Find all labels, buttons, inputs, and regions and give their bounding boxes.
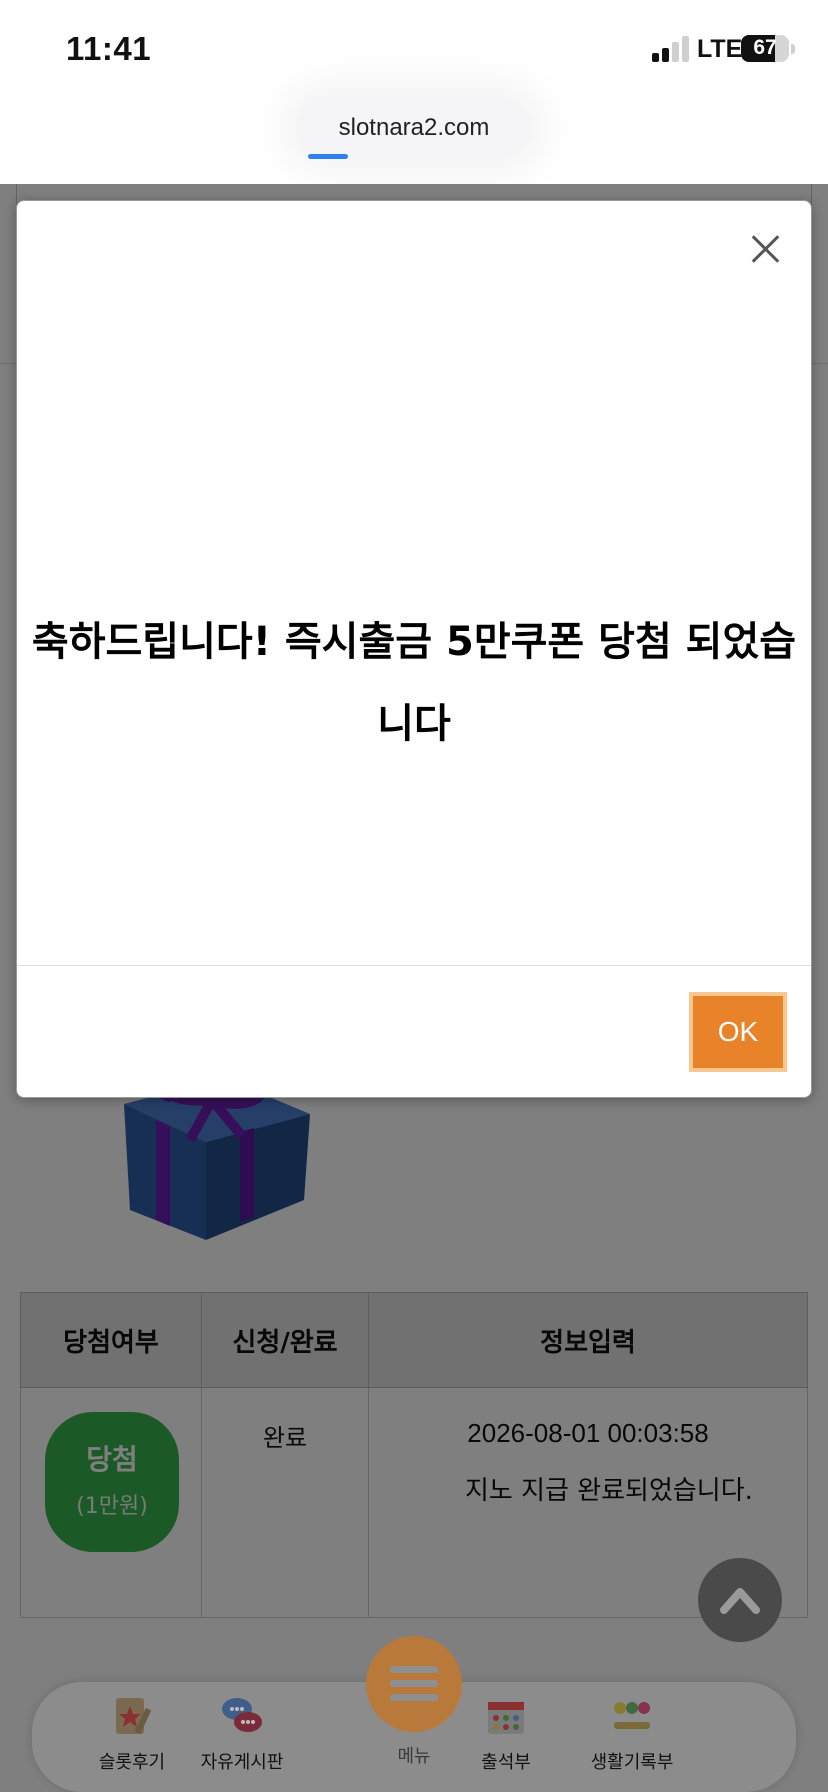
- nav-item-free-board[interactable]: 자유게시판: [182, 1694, 302, 1774]
- nav-label-slot-review: 슬롯후기: [98, 1752, 166, 1773]
- nav-label-free-board: 자유게시판: [200, 1752, 284, 1773]
- battery-icon: 67: [741, 35, 789, 62]
- address-bar[interactable]: slotnara2.com: [296, 96, 532, 160]
- mood-faces-icon: [614, 1702, 650, 1729]
- nav-item-life-record[interactable]: 생활기록부: [572, 1694, 692, 1774]
- status-bar: 11:41 LTE 67: [0, 0, 828, 90]
- scroll-to-top-button[interactable]: [698, 1558, 782, 1642]
- menu-button[interactable]: [366, 1636, 462, 1732]
- nav-label-attendance: 출석부: [481, 1752, 531, 1773]
- dialog-footer: OK: [17, 965, 811, 1099]
- battery-level: 67: [753, 36, 777, 59]
- close-icon[interactable]: [745, 229, 785, 269]
- signal-icon: [652, 36, 690, 62]
- page-load-progress: [308, 154, 348, 159]
- network-type: LTE: [697, 35, 743, 63]
- nav-item-slot-review[interactable]: 슬롯후기: [72, 1694, 192, 1774]
- menu-icon: [390, 1666, 438, 1673]
- calendar-icon: [488, 1702, 524, 1734]
- alert-dialog: 축하드립니다! 즉시출금 5만쿠폰 당첨 되었습니다 OK: [16, 200, 812, 1098]
- ok-button[interactable]: OK: [689, 992, 787, 1072]
- nav-label-life-record: 생활기록부: [590, 1752, 674, 1773]
- chevron-up-icon: [720, 1588, 760, 1614]
- nav-item-attendance[interactable]: 출석부: [446, 1694, 566, 1774]
- nav-label-menu: 메뉴: [397, 1746, 431, 1767]
- status-time: 11:41: [66, 30, 152, 67]
- dialog-message: 축하드립니다! 즉시출금 5만쿠폰 당첨 되었습니다: [31, 619, 797, 747]
- chat-bubbles-icon: [222, 1698, 262, 1732]
- review-note-icon: [116, 1698, 152, 1735]
- battery-cap: [791, 44, 795, 54]
